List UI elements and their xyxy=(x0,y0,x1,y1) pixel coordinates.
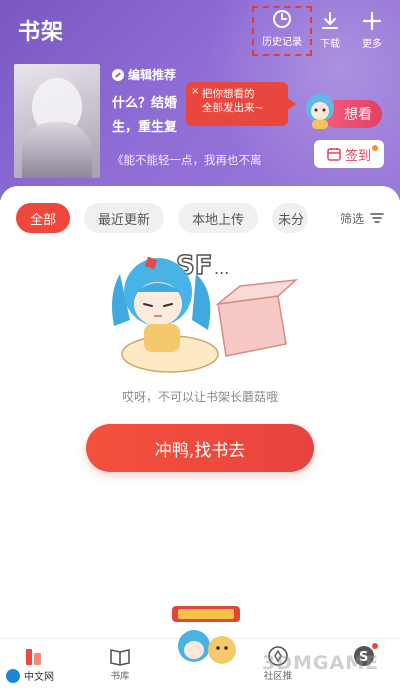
tab-recent-update[interactable]: 最近更新 xyxy=(84,203,165,233)
mascot-icon xyxy=(306,94,334,129)
promo-banner-icon[interactable] xyxy=(166,600,246,670)
recommend-tag: 编辑推荐 xyxy=(112,66,176,83)
filter-label: 筛选 xyxy=(339,211,364,226)
svg-text:...: ... xyxy=(214,259,229,278)
nav-shelf[interactable] xyxy=(10,645,58,667)
history-button[interactable]: 历史记录 xyxy=(252,6,312,56)
filter-tabs: 全部 最近更新 本地上传 未分 xyxy=(16,203,309,233)
bookshelf-icon xyxy=(22,645,46,667)
nav-store[interactable]: 书库 xyxy=(96,645,144,682)
clock-icon xyxy=(271,8,293,30)
filter-icon xyxy=(370,213,384,223)
edit-icon xyxy=(112,68,124,81)
recommend-tag-label: 编辑推荐 xyxy=(128,68,177,82)
notification-dot xyxy=(372,145,378,151)
filter-button[interactable]: 筛选 xyxy=(324,203,400,233)
checkin-label: 签到 xyxy=(344,148,371,164)
download-button[interactable]: 下载 xyxy=(306,10,354,50)
header: 书架 历史记录 下载 更多 编辑推荐 什么？结婚 生，重生复 《能不能轻一点，我… xyxy=(0,0,400,200)
tab-ungrouped[interactable]: 未分 xyxy=(272,203,309,233)
calendar-icon xyxy=(327,148,341,161)
tab-local-upload[interactable]: 本地上传 xyxy=(178,203,259,233)
tooltip-line2: 全部发出来~ xyxy=(202,102,264,114)
more-label: 更多 xyxy=(362,39,382,50)
find-books-button[interactable]: 冲鸭,找书去 xyxy=(86,424,314,472)
checkin-button[interactable]: 签到 xyxy=(314,140,384,168)
tooltip-line1: 把你想看的 xyxy=(202,88,255,100)
watermark-logo-icon xyxy=(6,668,20,683)
empty-message: 哎呀，不可以让书架长蘑菇哦 xyxy=(121,390,278,404)
find-books-label: 冲鸭,找书去 xyxy=(154,440,246,461)
tab-all[interactable]: 全部 xyxy=(16,203,71,233)
recommend-title-line2[interactable]: 生，重生复 xyxy=(112,116,177,135)
nav-store-label: 书库 xyxy=(110,671,130,682)
plus-icon xyxy=(361,10,383,32)
watermark-left: 中文网 xyxy=(6,668,54,683)
watermark-left-text: 中文网 xyxy=(24,672,54,683)
want-tooltip: × 把你想看的 全部发出来~ xyxy=(186,82,296,126)
empty-shelf-illustration: SF ... xyxy=(112,250,299,373)
recommend-quote[interactable]: 《能不能轻一点，我再也不离 xyxy=(112,152,262,168)
recommend-title-line1[interactable]: 什么？结婚 xyxy=(112,92,177,111)
download-icon xyxy=(319,10,341,32)
book-cover[interactable] xyxy=(14,64,100,178)
more-button[interactable]: 更多 xyxy=(348,10,396,50)
history-label: 历史记录 xyxy=(262,37,302,48)
close-icon[interactable]: × xyxy=(191,85,199,99)
want-label: 想看 xyxy=(344,107,372,123)
download-label: 下载 xyxy=(320,39,340,50)
watermark-right: 3DMGAME xyxy=(262,652,380,674)
profile-notification-dot xyxy=(372,643,378,649)
page-title: 书架 xyxy=(18,20,65,45)
book-open-icon xyxy=(108,645,132,667)
